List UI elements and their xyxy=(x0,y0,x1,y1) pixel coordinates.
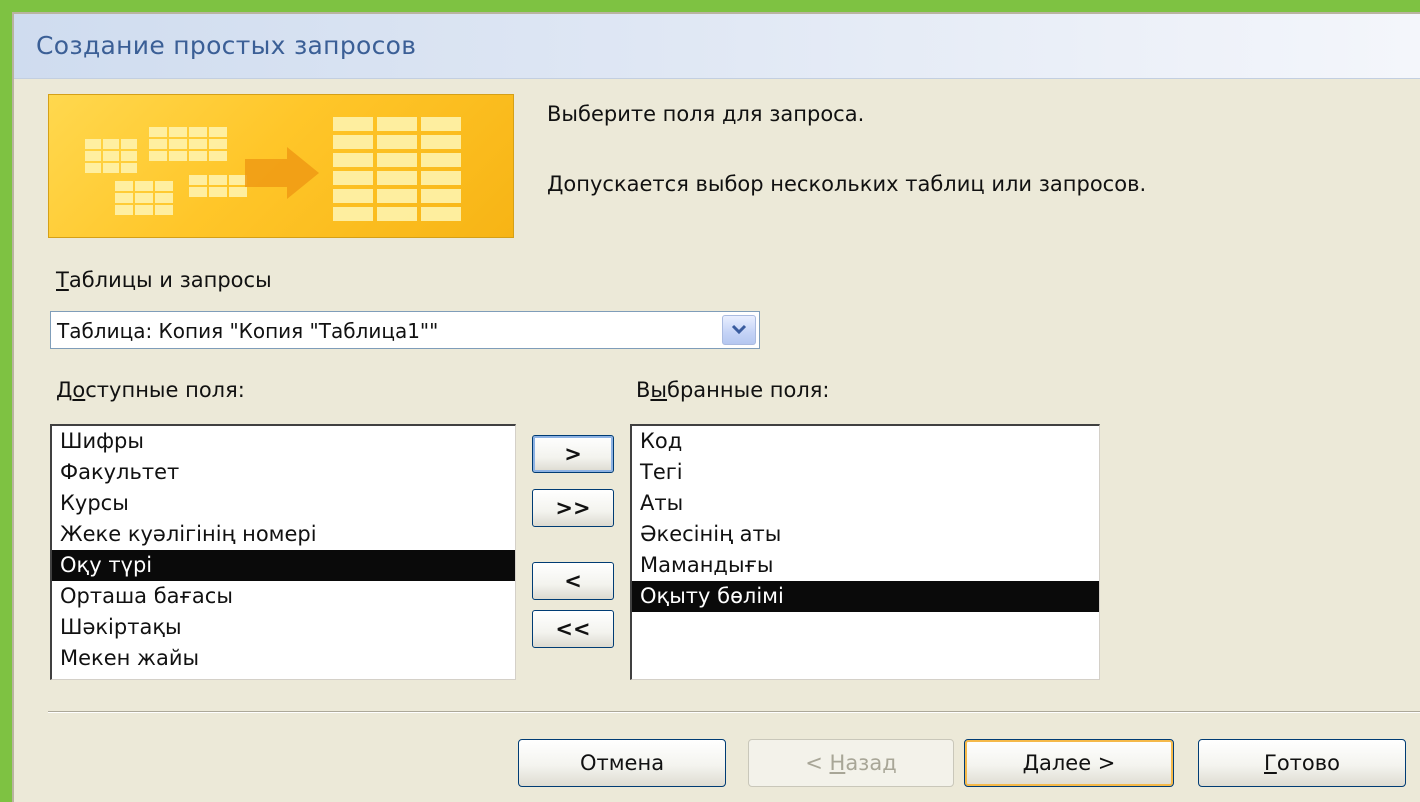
selected-fields-label: Выбранные поля: xyxy=(636,378,830,402)
list-item[interactable]: Орташа бағасы xyxy=(52,581,515,612)
list-item[interactable]: Аты xyxy=(632,488,1099,519)
tables-queries-label-text: аблицы и запросы xyxy=(68,268,272,292)
available-fields-label-text: ступные поля: xyxy=(85,378,245,402)
window-title: Создание простых запросов xyxy=(36,31,417,60)
list-item[interactable]: Курсы xyxy=(52,488,515,519)
list-item[interactable]: Шифры xyxy=(52,426,515,457)
back-button-accel: Н xyxy=(829,751,846,775)
tables-queries-label-accel: Т xyxy=(56,268,69,292)
query-wizard-window: Создание простых запросов Выберите поля … xyxy=(12,12,1420,802)
list-item[interactable]: Жеке куәлігінің номері xyxy=(52,519,515,550)
selected-fields-label-start: В xyxy=(636,378,651,402)
selected-fields-label-text: бранные поля: xyxy=(667,378,830,402)
back-button-label: азад xyxy=(845,751,897,775)
list-item[interactable]: Тегі xyxy=(632,457,1099,488)
list-item[interactable]: Мекен жайы xyxy=(52,643,515,674)
available-fields-label: Доступные поля: xyxy=(56,378,245,402)
tables-queries-label: Таблицы и запросы xyxy=(56,268,272,292)
footer-divider xyxy=(48,711,1420,713)
next-button-label: алее > xyxy=(1039,751,1116,775)
add-all-fields-button[interactable]: >> xyxy=(532,489,614,527)
available-fields-list[interactable]: Шифры Факультет Курсы Жеке куәлігінің но… xyxy=(50,424,516,680)
tables-queries-dropdown[interactable]: Таблица: Копия "Копия "Таблица1"" xyxy=(50,311,760,349)
wizard-banner-illustration xyxy=(48,94,514,238)
list-item[interactable]: Мамандығы xyxy=(632,550,1099,581)
list-item-selected[interactable]: Оқыту бөлімі xyxy=(632,581,1099,612)
cancel-button-label: Отмена xyxy=(579,751,665,775)
next-button-accel: Д xyxy=(1022,751,1039,775)
back-button-arrow: < xyxy=(805,751,830,775)
remove-field-button[interactable]: < xyxy=(532,562,614,600)
tables-to-query-icon xyxy=(85,117,461,221)
list-item-selected[interactable]: Оқу түрі xyxy=(52,550,515,581)
list-item[interactable]: Факультет xyxy=(52,457,515,488)
list-item[interactable]: Шәкіртақы xyxy=(52,612,515,643)
list-item[interactable]: Код xyxy=(632,426,1099,457)
selected-fields-label-accel: ы xyxy=(650,378,668,402)
finish-button-label: отово xyxy=(1276,751,1340,775)
selected-fields-list[interactable]: Код Тегі Аты Әкесінің аты Мамандығы Оқыт… xyxy=(630,424,1100,680)
next-button[interactable]: Далее > xyxy=(964,739,1174,787)
available-fields-label-start: Д xyxy=(56,378,73,402)
instruction-line-2: Допускается выбор нескольких таблиц или … xyxy=(547,172,1147,196)
tables-queries-selected-value: Таблица: Копия "Копия "Таблица1"" xyxy=(57,319,439,343)
remove-all-fields-button[interactable]: << xyxy=(532,610,614,648)
back-button[interactable]: < Назад xyxy=(748,739,954,787)
title-bar: Создание простых запросов xyxy=(14,14,1420,79)
list-item[interactable]: Әкесінің аты xyxy=(632,519,1099,550)
finish-button-accel: Г xyxy=(1264,751,1277,775)
cancel-button[interactable]: Отмена xyxy=(518,739,726,787)
add-field-button[interactable]: > xyxy=(532,435,614,473)
available-fields-label-accel: о xyxy=(72,378,86,402)
instruction-line-1: Выберите поля для запроса. xyxy=(547,102,865,126)
dropdown-toggle-button[interactable] xyxy=(722,315,756,345)
chevron-down-icon xyxy=(731,324,747,335)
finish-button[interactable]: Готово xyxy=(1198,739,1406,787)
